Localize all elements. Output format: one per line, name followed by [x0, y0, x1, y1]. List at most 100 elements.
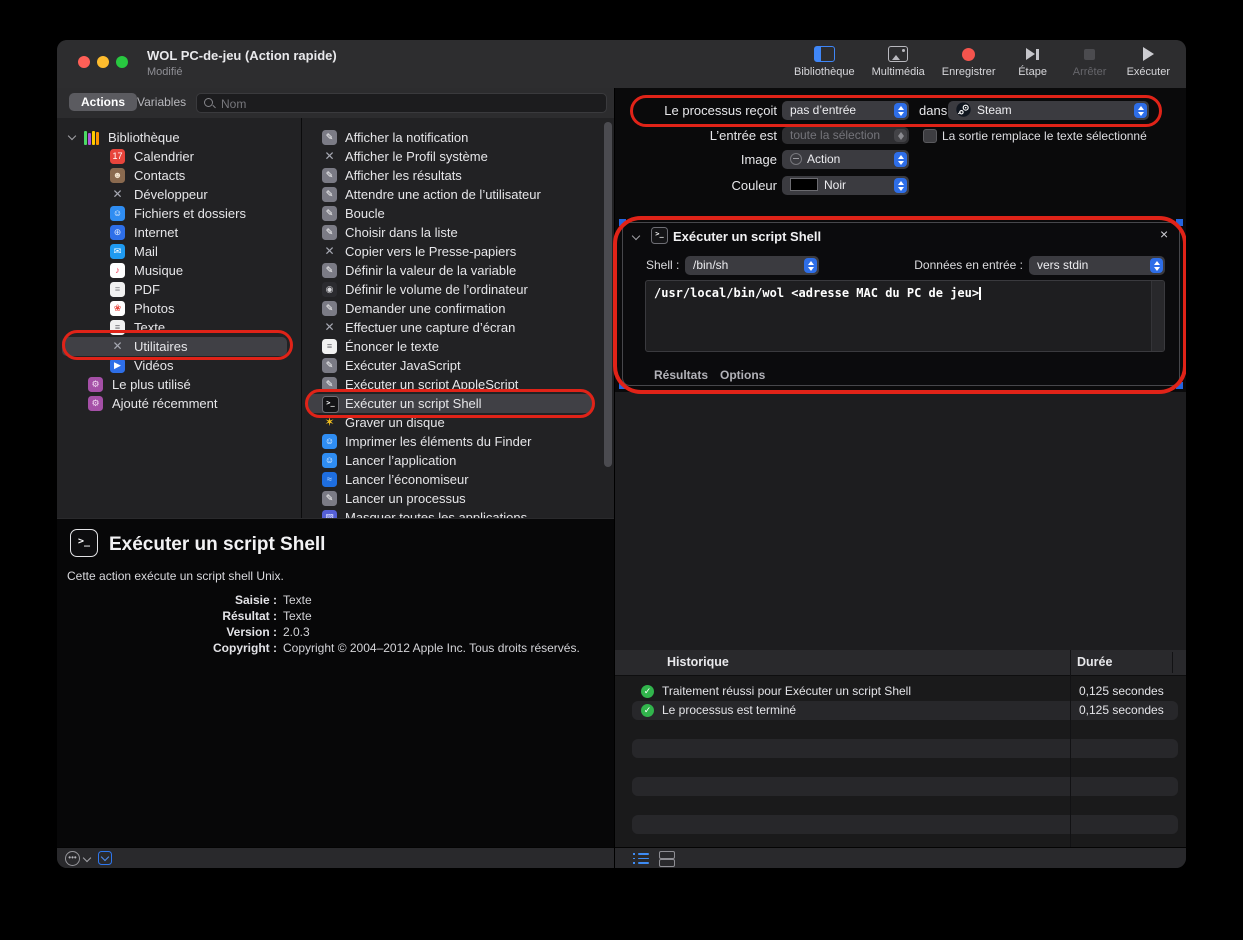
shell-popup[interactable]: /bin/sh [685, 256, 819, 275]
chevron-down-icon[interactable] [83, 854, 91, 862]
zoom-window-button[interactable] [116, 56, 128, 68]
sidebar-item-photos[interactable]: ❀Photos [57, 299, 301, 318]
action-item-afficher-le-profil-systeme[interactable]: ✕Afficher le Profil système [302, 147, 614, 166]
stepper-icon [1150, 258, 1163, 273]
stepper-icon [894, 178, 907, 193]
sidebar-item-texte[interactable]: ≡Texte [57, 318, 301, 337]
action-item-attendre-une-action-de-l-utilisateur[interactable]: ✎Attendre une action de l’utilisateur [302, 185, 614, 204]
action-item-label: Choisir dans la liste [345, 223, 458, 242]
history-empty-row [614, 758, 1186, 777]
sidebar-item-contacts[interactable]: ☻Contacts [57, 166, 301, 185]
sidebar-item-label: Développeur [134, 185, 208, 204]
action-item-masquer-toutes-les-applications[interactable]: ▨Masquer toutes les applications [302, 508, 614, 518]
action-item-lancer-l-application[interactable]: ☺Lancer l’application [302, 451, 614, 470]
action-item-executer-javascript[interactable]: ✎Exécuter JavaScript [302, 356, 614, 375]
action-item-demander-une-confirmation[interactable]: ✎Demander une confirmation [302, 299, 614, 318]
actions-scrollbar[interactable] [604, 122, 612, 467]
sidebar-item-calendrier[interactable]: 17Calendrier [57, 147, 301, 166]
action-item-lancer-l-economiseur[interactable]: ≈Lancer l’économiseur [302, 470, 614, 489]
action-item-label: Afficher les résultats [345, 166, 462, 185]
action-item-enoncer-le-texte[interactable]: ≡Énoncer le texte [302, 337, 614, 356]
options-button[interactable]: Options [720, 368, 765, 382]
tab-actions[interactable]: Actions [69, 93, 137, 111]
action-item-label: Exécuter JavaScript [345, 356, 461, 375]
screensaver-icon: ≈ [322, 472, 337, 487]
toolbar-label: Multimédia [872, 66, 925, 78]
panel-divider [614, 88, 615, 868]
sidebar-item-mail[interactable]: ✉Mail [57, 242, 301, 261]
action-item-boucle[interactable]: ✎Boucle [302, 204, 614, 223]
history-row[interactable]: ✓Traitement réussi pour Exécuter un scri… [614, 682, 1186, 701]
sidebar-item-pdf[interactable]: ≡PDF [57, 280, 301, 299]
toolbar-label: Étape [1018, 66, 1047, 78]
sidebar-item-videos[interactable]: ▶Vidéos [57, 356, 301, 375]
toolbar-bibliotheque-button[interactable]: Bibliothèque [794, 45, 855, 78]
flow-view-icon[interactable] [659, 851, 674, 865]
title-bar: WOL PC-de-jeu (Action rapide) Modifié Bi… [57, 40, 1186, 89]
smart-folder-icon: ⚙ [88, 377, 103, 392]
action-item-executer-un-script-applescript[interactable]: ✎Exécuter un script AppleScript [302, 375, 614, 394]
hide-apps-icon: ▨ [322, 510, 337, 518]
sidebar-item-label: Bibliothèque [108, 128, 180, 147]
shortcut-checkbox-icon[interactable] [98, 851, 112, 865]
script-scrollbar[interactable] [1151, 281, 1164, 351]
application-popup[interactable]: Steam [948, 101, 1149, 120]
stop-icon [1084, 45, 1095, 63]
replace-text-checkbox[interactable] [923, 129, 937, 143]
close-window-button[interactable] [78, 56, 90, 68]
minimize-window-button[interactable] [97, 56, 109, 68]
volume-icon: ◉ [322, 282, 337, 297]
action-item-choisir-dans-la-liste[interactable]: ✎Choisir dans la liste [302, 223, 614, 242]
toolbar-etape-button[interactable]: Étape [1013, 45, 1053, 78]
sidebar-item-musique[interactable]: ♪Musique [57, 261, 301, 280]
list-view-icon[interactable] [633, 853, 649, 864]
close-action-icon[interactable]: × [1160, 226, 1168, 242]
sidebar-item-ajoute-recemment[interactable]: ⚙Ajouté récemment [57, 394, 301, 413]
record-icon [962, 45, 975, 63]
search-field[interactable] [196, 93, 607, 113]
history-row-text: Le processus est terminé [662, 701, 796, 720]
action-item-effectuer-une-capture-d-ecran[interactable]: ✕Effectuer une capture d’écran [302, 318, 614, 337]
action-item-definir-la-valeur-de-la-variable[interactable]: ✎Définir la valeur de la variable [302, 261, 614, 280]
sidebar-item-fichiers-et-dossiers[interactable]: ☺Fichiers et dossiers [57, 204, 301, 223]
disclosure-chevron-icon[interactable] [68, 132, 76, 140]
history-empty-row [614, 796, 1186, 815]
tab-variables[interactable]: Variables [137, 95, 186, 109]
history-row[interactable]: ✓Le processus est terminé0,125 secondes [614, 701, 1186, 720]
sidebar-item-le-plus-utilise[interactable]: ⚙Le plus utilisé [57, 375, 301, 394]
action-item-label: Exécuter un script Shell [345, 394, 482, 413]
utilities-x-icon: ✕ [322, 149, 337, 164]
utilities-x-icon: ✕ [322, 320, 337, 335]
description-field-resultat: Résultat :Texte [57, 608, 614, 624]
action-item-imprimer-les-elements-du-finder[interactable]: ☺Imprimer les éléments du Finder [302, 432, 614, 451]
stdin-popup[interactable]: vers stdin [1029, 256, 1165, 275]
color-label: Couleur [617, 176, 777, 195]
sidebar-item-internet[interactable]: ⊕Internet [57, 223, 301, 242]
history-header: Historique Durée [614, 650, 1186, 676]
action-item-afficher-les-resultats[interactable]: ✎Afficher les résultats [302, 166, 614, 185]
toolbar-executer-button[interactable]: Exécuter [1127, 45, 1170, 78]
sidebar-item-utilitaires[interactable]: ✕Utilitaires [57, 337, 301, 356]
sidebar-item-bibliotheque[interactable]: Bibliothèque [57, 128, 301, 147]
action-item-afficher-la-notification[interactable]: ✎Afficher la notification [302, 128, 614, 147]
sidebar-item-label: Internet [134, 223, 178, 242]
action-item-executer-un-script-shell[interactable]: >_Exécuter un script Shell [302, 394, 614, 413]
results-button[interactable]: Résultats [654, 368, 708, 382]
sidebar-item-label: Fichiers et dossiers [134, 204, 246, 223]
sidebar-item-developpeur[interactable]: ✕Développeur [57, 185, 301, 204]
process-input-popup[interactable]: pas d’entrée [782, 101, 909, 120]
action-item-label: Boucle [345, 204, 385, 223]
action-item-graver-un-disque[interactable]: ✶Graver un disque [302, 413, 614, 432]
shell-script-editor[interactable]: /usr/local/bin/wol <adresse MAC du PC de… [645, 280, 1165, 352]
action-item-copier-vers-le-presse-papiers[interactable]: ✕Copier vers le Presse-papiers [302, 242, 614, 261]
toolbar-enregistrer-button[interactable]: Enregistrer [942, 45, 996, 78]
image-popup[interactable]: Action [782, 150, 909, 169]
toolbar-multimedia-button[interactable]: Multimédia [872, 45, 925, 78]
action-item-lancer-un-processus[interactable]: ✎Lancer un processus [302, 489, 614, 508]
color-popup[interactable]: Noir [782, 176, 909, 195]
sidebar-item-label: Mail [134, 242, 158, 261]
run-options-icon[interactable]: ••• [65, 851, 80, 866]
search-input[interactable] [219, 94, 603, 114]
history-empty-row [614, 777, 1186, 796]
action-item-definir-le-volume-de-l-ordinateur[interactable]: ◉Définir le volume de l’ordinateur [302, 280, 614, 299]
